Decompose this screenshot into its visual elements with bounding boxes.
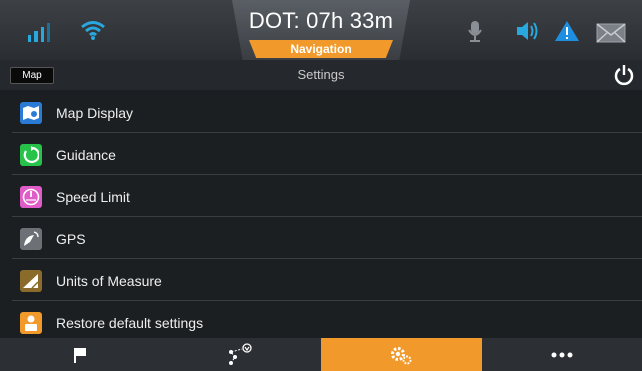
more-button[interactable] [482,338,642,371]
mail-icon[interactable] [596,22,626,44]
guidance-icon [20,143,42,166]
more-icon [551,352,573,357]
restore-icon [20,312,42,334]
menu-item-label: Speed Limit [56,188,130,205]
menu-item-guidance[interactable]: Guidance [12,135,642,175]
menu-item-label: Restore default settings [56,315,204,331]
menu-item-restore-defaults[interactable]: Restore default settings [12,303,642,338]
title-bar: Map Settings [0,60,642,90]
flag-button[interactable] [0,338,161,371]
flag-icon [74,347,87,363]
status-bar: DOT: 07h 33m Navigation [0,0,642,60]
bottom-bar [0,338,642,371]
signal-icon [28,20,50,42]
route-icon [228,342,252,365]
menu-item-label: Guidance [56,146,116,163]
settings-menu: Map Display Guidance Speed Limit GPS Uni… [0,90,642,338]
units-icon [20,269,42,292]
warning-icon[interactable] [554,20,580,42]
menu-item-speed-limit[interactable]: Speed Limit [12,177,642,217]
menu-item-label: Map Display [56,104,134,121]
settings-button[interactable] [321,338,482,371]
menu-item-units-of-measure[interactable]: Units of Measure [12,261,642,301]
settings-icon [391,346,412,364]
menu-item-label: GPS [56,230,86,247]
wifi-icon [81,21,105,40]
menu-item-label: Units of Measure [56,272,162,289]
route-button[interactable] [161,338,322,371]
gps-icon [20,227,42,250]
power-icon[interactable] [613,64,635,86]
map-display-icon [20,101,42,124]
speed-limit-icon [20,185,42,208]
navigation-tab[interactable]: Navigation [249,40,393,58]
microphone-icon[interactable] [467,20,483,42]
menu-item-map-display[interactable]: Map Display [12,93,642,133]
dot-timer: DOT: 07h 33m [248,8,394,33]
speaker-icon[interactable] [515,20,541,42]
page-title: Settings [297,67,345,82]
menu-item-gps[interactable]: GPS [12,219,642,259]
